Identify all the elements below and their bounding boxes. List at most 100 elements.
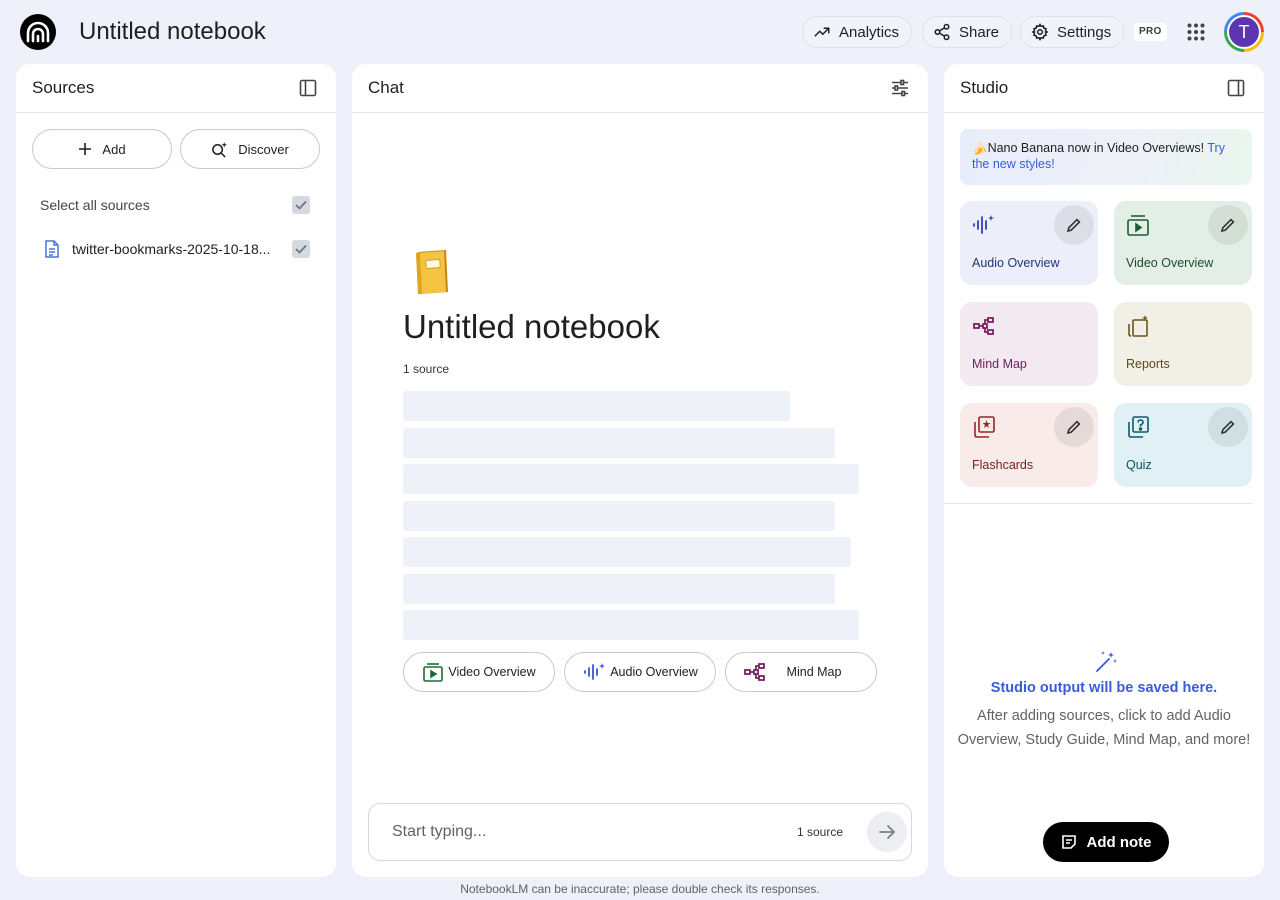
gear-icon	[1031, 23, 1049, 41]
mind-map-chip-label: Mind Map	[786, 665, 842, 679]
send-button[interactable]	[867, 812, 907, 852]
announcement-banner: 🍌Nano Banana now in Video Overviews! Try…	[960, 129, 1252, 185]
sources-panel: Sources Add Discover Select all sources …	[16, 64, 336, 877]
divider	[944, 503, 1252, 504]
notebook-emoji-icon	[412, 248, 452, 294]
quiz-tile[interactable]: Quiz	[1114, 403, 1252, 487]
studio-header: Studio	[944, 64, 1264, 113]
skeleton-line	[403, 500, 835, 531]
video-overview-tile-label: Video Overview	[1126, 256, 1214, 270]
pro-badge: PRO	[1134, 23, 1167, 41]
document-icon	[45, 240, 59, 258]
quiz-tile-label: Quiz	[1126, 458, 1152, 472]
reports-icon	[1128, 315, 1148, 337]
audio-overview-chip-label: Audio Overview	[610, 665, 698, 679]
chat-title: Chat	[368, 78, 404, 97]
top-bar: Untitled notebook Analytics Share Settin…	[0, 0, 1280, 64]
input-source-count: 1 source	[796, 825, 843, 839]
sources-title: Sources	[32, 78, 95, 97]
trending-up-icon	[814, 27, 830, 37]
flashcards-tile[interactable]: Flashcards	[960, 403, 1098, 487]
mind-map-icon	[744, 663, 765, 681]
studio-empty-text: After adding sources, click to add Audio…	[957, 708, 1251, 748]
audio-waveform-icon	[584, 663, 605, 680]
audio-overview-tile-label: Audio Overview	[972, 256, 1060, 270]
share-button[interactable]: Share	[922, 16, 1013, 48]
video-overview-chip[interactable]: Video Overview	[403, 652, 555, 692]
video-overview-icon	[1127, 215, 1149, 236]
notebooklm-logo-icon[interactable]	[20, 14, 56, 50]
banner-text: 🍌Nano Banana now in Video Overviews!	[972, 141, 1205, 155]
flashcards-icon	[974, 416, 995, 438]
chat-header: Chat	[352, 64, 928, 113]
edit-pencil-icon[interactable]	[1054, 205, 1094, 245]
edit-pencil-icon[interactable]	[1208, 205, 1248, 245]
video-overview-chip-label: Video Overview	[448, 665, 536, 679]
skeleton-line	[403, 573, 835, 604]
add-note-label: Add note	[1086, 833, 1152, 851]
source-item[interactable]: twitter-bookmarks-2025-10-18...	[44, 240, 310, 258]
video-overview-tile[interactable]: Video Overview	[1114, 201, 1252, 285]
mind-map-tile[interactable]: Mind Map	[960, 302, 1098, 386]
add-note-button[interactable]: Add note	[1043, 822, 1169, 862]
audio-waveform-icon	[973, 215, 994, 234]
collapse-panel-icon[interactable]	[296, 76, 320, 100]
analytics-button[interactable]: Analytics	[802, 16, 913, 48]
add-source-label: Add	[102, 141, 126, 157]
chat-input-box: 1 source	[368, 803, 912, 861]
summary-loading-skeleton	[403, 391, 883, 640]
skeleton-line	[403, 427, 835, 458]
chat-source-count: 1 source	[403, 362, 450, 376]
studio-empty-title: Studio output will be saved here.	[990, 680, 1218, 696]
note-icon	[1061, 835, 1076, 849]
apps-grid-icon[interactable]	[1182, 18, 1210, 46]
notebook-title[interactable]: Untitled notebook	[79, 18, 266, 46]
mind-map-icon	[973, 317, 994, 335]
flashcards-tile-label: Flashcards	[972, 458, 1034, 472]
skeleton-line	[403, 391, 790, 421]
mind-map-tile-label: Mind Map	[972, 357, 1027, 371]
studio-title: Studio	[960, 78, 1009, 97]
video-overview-icon	[423, 663, 443, 682]
source-name: twitter-bookmarks-2025-10-18...	[72, 241, 271, 257]
skeleton-line	[403, 610, 859, 640]
skeleton-line	[403, 537, 851, 567]
account-avatar[interactable]: T	[1224, 12, 1264, 52]
audio-overview-chip[interactable]: Audio Overview	[564, 652, 716, 692]
select-all-checkbox[interactable]	[292, 196, 310, 214]
check-icon	[295, 244, 307, 254]
reports-tile[interactable]: Reports	[1114, 302, 1252, 386]
chat-panel: Chat Untitled notebook 1 source Video Ov…	[352, 64, 928, 877]
add-source-button[interactable]: Add	[32, 129, 172, 169]
mind-map-chip[interactable]: Mind Map	[725, 652, 877, 692]
audio-overview-tile[interactable]: Audio Overview	[960, 201, 1098, 285]
quiz-icon	[1128, 416, 1149, 438]
edit-pencil-icon[interactable]	[1208, 407, 1248, 447]
share-icon	[934, 23, 950, 41]
plus-icon	[79, 143, 92, 155]
source-checkbox[interactable]	[292, 240, 310, 258]
settings-button[interactable]: Settings	[1020, 16, 1125, 48]
discover-sources-button[interactable]: Discover	[180, 129, 320, 169]
arrow-right-icon	[879, 825, 896, 839]
tune-settings-icon[interactable]	[888, 76, 912, 100]
select-all-label: Select all sources	[40, 197, 150, 213]
check-icon	[295, 200, 307, 210]
select-all-row: Select all sources	[40, 196, 310, 214]
chat-notebook-title: Untitled notebook	[403, 308, 660, 345]
edit-pencil-icon[interactable]	[1054, 407, 1094, 447]
magic-wand-icon	[1096, 651, 1117, 672]
avatar-initial: T	[1227, 15, 1261, 49]
collapse-panel-icon[interactable]	[1224, 76, 1248, 100]
reports-tile-label: Reports	[1126, 357, 1170, 371]
settings-label: Settings	[1057, 23, 1112, 41]
skeleton-line	[403, 464, 859, 494]
chat-input[interactable]	[392, 823, 797, 841]
share-label: Share	[959, 23, 1000, 41]
analytics-label: Analytics	[839, 23, 900, 41]
disclaimer-footer: NotebookLM can be inaccurate; please dou…	[460, 882, 820, 896]
studio-panel: Studio 🍌Nano Banana now in Video Overvie…	[944, 64, 1264, 877]
discover-sources-label: Discover	[238, 141, 289, 157]
sources-header: Sources	[16, 64, 336, 113]
search-sparkle-icon	[212, 141, 228, 158]
